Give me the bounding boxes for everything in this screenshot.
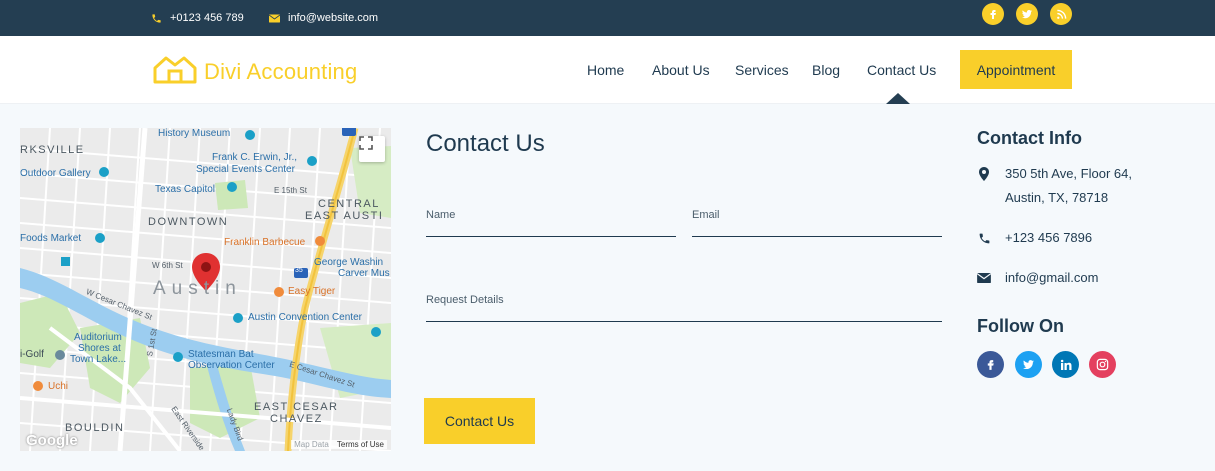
name-placeholder: Name	[426, 209, 456, 221]
map-label-george-washington: George Washin	[314, 257, 384, 268]
map-label-downtown: DOWNTOWN	[148, 216, 229, 228]
phone-icon	[150, 12, 162, 24]
fullscreen-icon	[359, 136, 373, 150]
email-placeholder: Email	[692, 209, 720, 221]
nav-about-us[interactable]: About Us	[652, 62, 710, 78]
map-label-convention-center: Austin Convention Center	[248, 312, 362, 323]
envelope-icon	[268, 12, 280, 24]
nav-home[interactable]: Home	[587, 62, 624, 78]
info-phone[interactable]: +123 456 7896	[977, 226, 1092, 250]
map-label-statesman-2: Observation Center	[188, 360, 275, 371]
map-label-east-cesar: EAST CESAR	[254, 401, 339, 413]
contact-info-title: Contact Info	[977, 128, 1082, 148]
info-email[interactable]: info@gmail.com	[977, 266, 1098, 290]
request-details-field[interactable]: Request Details	[426, 285, 942, 322]
map-label-erwin: Frank C. Erwin, Jr.,	[212, 152, 298, 163]
map-label-golf: i-Golf	[20, 349, 44, 360]
address-text: 350 5th Ave, Floor 64, Austin, TX, 78718	[1005, 162, 1132, 210]
info-address: 350 5th Ave, Floor 64, Austin, TX, 78718	[977, 162, 1132, 210]
facebook-icon[interactable]	[977, 351, 1004, 378]
top-bar: +0123 456 789 info@website.com	[0, 0, 1215, 36]
address-line-2: Austin, TX, 78718	[1005, 190, 1109, 205]
contact-form-title: Contact Us	[426, 130, 545, 157]
envelope-icon	[977, 266, 991, 290]
map-label-chavez: CHAVEZ	[270, 413, 323, 425]
topbar-twitter-icon[interactable]	[1016, 3, 1038, 25]
active-nav-indicator	[886, 93, 910, 104]
map-label-franklin-barbecue: Franklin Barbecue	[224, 237, 306, 248]
topbar-email[interactable]: info@website.com	[268, 0, 378, 36]
topbar-email-text: info@website.com	[288, 12, 379, 24]
nav-blog[interactable]: Blog	[812, 62, 840, 78]
contact-submit-button[interactable]: Contact Us	[424, 398, 535, 444]
map-label-w6: W 6th St	[152, 261, 183, 270]
map-label-e15: E 15th St	[274, 186, 307, 195]
info-phone-text: +123 456 7896	[1005, 230, 1093, 245]
map-label-history-museum: History Museum	[158, 128, 231, 139]
map-label-east-austin: EAST AUSTI	[305, 210, 384, 222]
topbar-phone[interactable]: +0123 456 789	[150, 0, 244, 36]
phone-icon	[977, 226, 991, 250]
map-google-logo: Google	[26, 432, 78, 449]
location-pin-icon	[977, 162, 991, 186]
map-label-easy-tiger: Easy Tiger	[288, 286, 336, 297]
twitter-icon[interactable]	[1015, 351, 1042, 378]
map-label-uchi: Uchi	[48, 381, 69, 392]
house-logo-icon	[152, 54, 198, 89]
map-label-statesman: Statesman Bat	[188, 349, 254, 360]
logo-text: Divi Accounting	[204, 58, 358, 84]
map-label-outdoor-gallery: Outdoor Gallery	[20, 168, 91, 179]
map-label-george-washington-2: Carver Mus	[338, 268, 390, 279]
request-details-placeholder: Request Details	[426, 294, 504, 306]
appointment-button[interactable]: Appointment	[960, 50, 1072, 89]
topbar-phone-text: +0123 456 789	[170, 12, 244, 24]
map-label-erwin-2: Special Events Center	[196, 164, 295, 175]
nav-contact-us[interactable]: Contact Us	[867, 62, 936, 78]
follow-on-title: Follow On	[977, 316, 1064, 336]
map-label-i35: 35	[295, 267, 303, 274]
map-label-foods-market: Foods Market	[20, 233, 82, 244]
map-label-central: CENTRAL	[318, 198, 380, 210]
map-label-texas-capitol: Texas Capitol	[155, 184, 216, 195]
map-attribution: Map Data Terms of Use	[291, 440, 387, 449]
map-terms-link[interactable]: Terms of Use	[337, 440, 384, 449]
site-header: Divi Accounting Home About Us Services B…	[0, 36, 1215, 104]
linkedin-icon[interactable]	[1052, 351, 1079, 378]
map-label-auditorium-3: Town Lake...	[70, 354, 127, 365]
topbar-facebook-icon[interactable]	[982, 3, 1004, 25]
topbar-rss-icon[interactable]	[1050, 3, 1072, 25]
location-map[interactable]: History Museum RKSVILLE Frank C. Erwin, …	[20, 128, 391, 451]
map-label-austin: Austin	[153, 278, 242, 299]
map-data-link[interactable]: Map Data	[294, 440, 329, 449]
map-label-rksville: RKSVILLE	[20, 144, 85, 156]
email-field[interactable]: Email	[692, 200, 942, 237]
map-fullscreen-button[interactable]	[359, 136, 385, 162]
instagram-icon[interactable]	[1089, 351, 1116, 378]
map-label-auditorium: Auditorium	[74, 332, 122, 343]
name-field[interactable]: Name	[426, 200, 676, 237]
info-email-text: info@gmail.com	[1005, 270, 1099, 285]
site-logo[interactable]: Divi Accounting	[152, 54, 357, 89]
address-line-1: 350 5th Ave, Floor 64,	[1005, 166, 1132, 181]
nav-services[interactable]: Services	[735, 62, 789, 78]
map-label-auditorium-2: Shores at	[78, 343, 121, 354]
